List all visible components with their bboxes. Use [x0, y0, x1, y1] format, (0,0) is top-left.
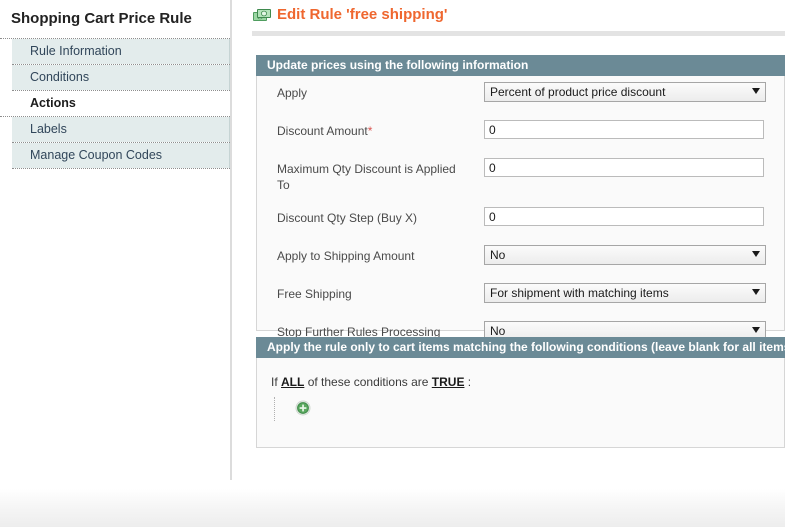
chevron-down-icon	[752, 289, 760, 295]
sidebar: Shopping Cart Price Rule Rule Informatio…	[0, 0, 232, 480]
field-control	[484, 158, 784, 177]
field-control	[484, 207, 784, 226]
conditions-add-row	[274, 397, 784, 421]
chevron-down-icon	[752, 327, 760, 333]
add-circle-icon[interactable]	[295, 400, 311, 416]
free-shipping-value: For shipment with matching items	[490, 286, 669, 300]
conditions-fieldset-heading: Apply the rule only to cart items matchi…	[256, 337, 785, 358]
page-layout: Shopping Cart Price Rule Rule Informatio…	[0, 0, 785, 527]
field-label: Apply to Shipping Amount	[277, 245, 477, 264]
apply-select[interactable]: Percent of product price discount	[484, 82, 766, 102]
content-header: Edit Rule 'free shipping'	[248, 0, 785, 36]
field-label-text: Apply to Shipping Amount	[277, 249, 415, 263]
sidebar-tab-list: Rule Information Conditions Actions Labe…	[0, 38, 230, 169]
sidebar-item-label: Labels	[30, 122, 67, 136]
sidebar-item-labels[interactable]: Labels	[0, 117, 230, 142]
sidebar-item-rule-information[interactable]: Rule Information	[0, 39, 230, 64]
sidebar-item-label: Actions	[30, 96, 76, 110]
sidebar-item-label: Rule Information	[30, 44, 122, 58]
field-label: Discount Amount*	[277, 120, 477, 139]
chevron-down-icon	[752, 88, 760, 94]
chevron-down-icon	[752, 251, 760, 257]
actions-fieldset-heading: Update prices using the following inform…	[256, 55, 785, 76]
sidebar-item-label: Conditions	[30, 70, 90, 84]
discount-qty-step-input[interactable]	[484, 207, 764, 226]
apply-to-shipping-amount-select[interactable]: No	[484, 245, 766, 265]
conditions-aggregator-link[interactable]: ALL	[281, 375, 304, 389]
sidebar-item-conditions[interactable]: Conditions	[0, 65, 230, 90]
field-label: Apply	[277, 82, 477, 101]
field-label-text: Discount Qty Step (Buy X)	[277, 211, 418, 225]
form-row-discount-qty-step: Discount Qty Step (Buy X)	[257, 207, 784, 236]
sidebar-item-manage-coupon-codes[interactable]: Manage Coupon Codes	[0, 143, 230, 168]
conditions-middle-text: of these conditions are	[307, 375, 429, 389]
discount-amount-input[interactable]	[484, 120, 764, 139]
field-label: Maximum Qty Discount is Applied To	[277, 158, 462, 193]
conditions-fieldset-body: If ALL of these conditions are TRUE :	[256, 358, 785, 448]
field-label-text: Discount Amount	[277, 124, 368, 138]
field-control: Percent of product price discount	[484, 82, 784, 102]
title-divider	[252, 31, 785, 36]
maximum-qty-discount-input[interactable]	[484, 158, 764, 177]
form-row-apply-to-shipping-amount: Apply to Shipping Amount No	[257, 245, 784, 274]
tab-divider	[12, 168, 230, 169]
conditions-prefix: If	[271, 375, 278, 389]
page-title: Edit Rule 'free shipping'	[277, 6, 448, 23]
actions-fieldset: Update prices using the following inform…	[256, 55, 785, 341]
apply-to-shipping-amount-value: No	[490, 248, 506, 262]
field-label-text: Apply	[277, 86, 308, 100]
apply-select-value: Percent of product price discount	[490, 85, 666, 99]
sidebar-title: Shopping Cart Price Rule	[11, 10, 192, 27]
money-icon	[252, 7, 272, 25]
field-control: No	[484, 245, 784, 265]
sidebar-item-label: Manage Coupon Codes	[30, 148, 163, 162]
field-control	[484, 120, 784, 139]
required-marker: *	[367, 124, 373, 138]
content-area: Edit Rule 'free shipping' Update prices …	[248, 0, 785, 527]
conditions-suffix: :	[467, 375, 472, 389]
conditions-fieldset: Apply the rule only to cart items matchi…	[256, 337, 785, 448]
form-row-discount-amount: Discount Amount*	[257, 120, 784, 149]
actions-fieldset-body: Apply Percent of product price discount …	[256, 76, 785, 341]
sidebar-item-actions[interactable]: Actions	[0, 91, 230, 116]
conditions-value-link[interactable]: TRUE	[432, 375, 465, 389]
field-label: Discount Qty Step (Buy X)	[277, 207, 477, 226]
form-row-free-shipping: Free Shipping For shipment with matching…	[257, 283, 784, 312]
form-row-apply: Apply Percent of product price discount	[257, 82, 784, 111]
conditions-sentence: If ALL of these conditions are TRUE :	[271, 374, 784, 390]
field-control: For shipment with matching items	[484, 283, 784, 303]
form-row-maximum-qty-discount: Maximum Qty Discount is Applied To	[257, 158, 784, 201]
field-label-text: Maximum Qty Discount is Applied To	[277, 162, 456, 192]
free-shipping-select[interactable]: For shipment with matching items	[484, 283, 766, 303]
field-label: Free Shipping	[277, 283, 477, 302]
field-label-text: Free Shipping	[277, 287, 352, 301]
stop-further-rules-processing-value: No	[490, 324, 506, 338]
